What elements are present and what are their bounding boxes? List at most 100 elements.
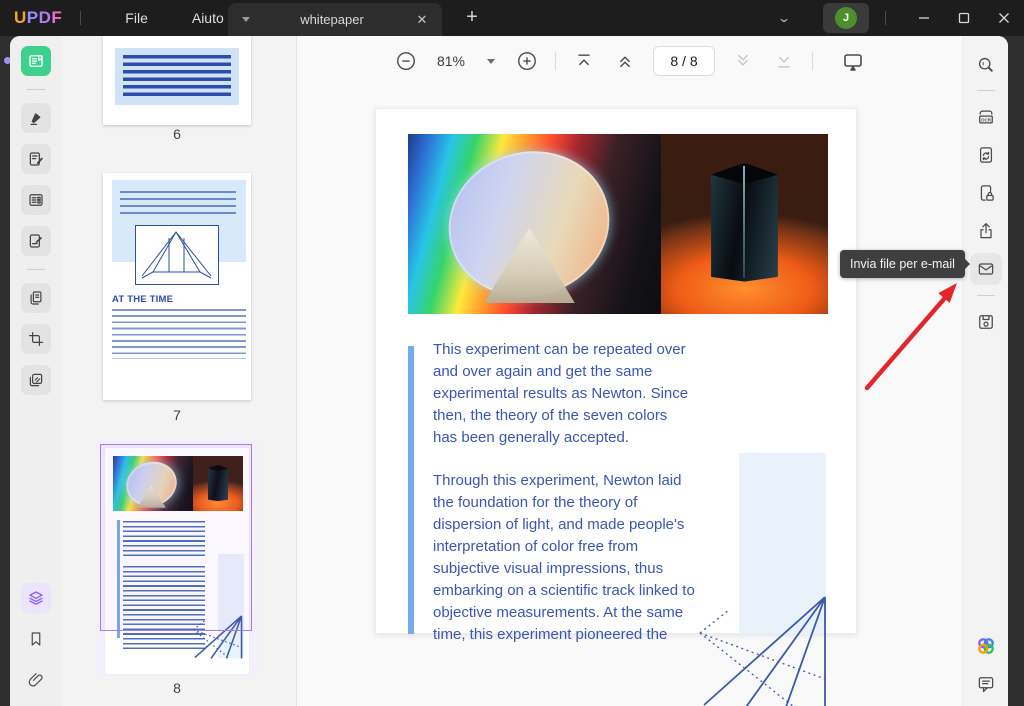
reader-icon	[29, 55, 43, 67]
logo-letter: U	[14, 8, 27, 27]
app-panel: 6 AT THE TIME 7 8 81% 8 / 8 This experim…	[10, 36, 1008, 706]
thumb6-text-block	[115, 48, 239, 105]
thumb7-heading: AT THE TIME	[112, 294, 174, 305]
pdf-page: This experiment can be repeated over and…	[375, 108, 857, 706]
toolbar-divider	[555, 52, 556, 70]
signature-icon	[29, 234, 43, 248]
minimize-button[interactable]	[904, 0, 944, 36]
rainbow-prism-photo	[408, 134, 661, 314]
ocr-button[interactable]: OCR	[970, 101, 1002, 133]
thumb7-text-lines	[112, 309, 246, 359]
pages-icon	[30, 291, 42, 305]
highlighter-icon	[30, 113, 41, 125]
next-page-button[interactable]	[730, 48, 756, 74]
thumbnail-selection-box	[100, 444, 252, 631]
new-tab-button[interactable]: +	[460, 0, 484, 36]
logo-letter: P	[26, 8, 39, 27]
watermark-icon	[29, 373, 43, 387]
paragraph: This experiment can be repeated over and…	[433, 341, 689, 446]
avatar: J	[835, 7, 857, 29]
protect-button[interactable]	[970, 177, 1002, 209]
convert-button[interactable]	[970, 139, 1002, 171]
toolbar-divider	[812, 52, 813, 70]
document-tab[interactable]: whitepaper ✕	[228, 3, 442, 36]
presentation-mode-button[interactable]	[840, 48, 866, 74]
titlebar-divider	[80, 11, 82, 25]
form-icon	[29, 194, 43, 206]
tab-close-icon[interactable]: ✕	[414, 12, 430, 28]
tab-dropdown-icon[interactable]	[242, 17, 250, 22]
crop-button[interactable]	[21, 324, 51, 354]
forms-button[interactable]	[21, 185, 51, 215]
chevron-down-icon	[487, 58, 495, 64]
logo-letter: F	[51, 8, 63, 27]
tooltip-text: Invia file per e-mail	[850, 257, 955, 271]
zoom-out-button[interactable]	[393, 48, 419, 74]
bookmark-button[interactable]	[21, 624, 51, 654]
quote-bar	[408, 346, 414, 634]
zoom-in-button[interactable]	[514, 48, 540, 74]
menu-file[interactable]: File	[103, 0, 170, 36]
thumbnail-label-7: 7	[173, 407, 181, 423]
previous-page-button[interactable]	[612, 48, 638, 74]
bookmark-icon	[31, 632, 41, 646]
send-email-button[interactable]	[969, 253, 1002, 285]
thumbnail-page-7[interactable]: AT THE TIME	[103, 173, 251, 400]
organize-pages-button[interactable]	[21, 283, 51, 313]
sidebar-divider	[976, 90, 995, 91]
titlebar: U P D F File Aiuto whitepaper ✕ + ⌄ J	[0, 0, 1024, 36]
maximize-button[interactable]	[944, 0, 984, 36]
zoom-menu-button[interactable]	[483, 48, 499, 74]
thumbnail-panel: 6 AT THE TIME 7 8	[62, 36, 297, 706]
paragraph: Through this experiment, Newton laid the…	[433, 472, 695, 643]
edit-pdf-button[interactable]	[21, 144, 51, 174]
thumb7-diagram	[135, 225, 219, 285]
sign-button[interactable]	[21, 226, 51, 256]
line-art	[694, 529, 834, 706]
collapse-toolbar-icon[interactable]: ⌄	[777, 11, 791, 25]
watermark-button[interactable]	[21, 365, 51, 395]
save-button[interactable]	[970, 306, 1002, 338]
dark-prism-photo	[661, 134, 828, 314]
search-button[interactable]	[970, 48, 1002, 80]
page-text: This experiment can be repeated over and…	[433, 339, 695, 667]
ocr-label: OCR	[981, 118, 992, 123]
crop-icon	[29, 332, 43, 346]
main-canvas: 81% 8 / 8 This experiment can be repeate…	[297, 36, 962, 706]
close-window-button[interactable]	[984, 0, 1024, 36]
attachment-button[interactable]	[21, 665, 51, 695]
ai-clover-icon	[977, 638, 994, 654]
paperclip-icon	[28, 673, 43, 687]
titlebar-right-controls: ⌄ J	[777, 0, 1024, 36]
sidebar-divider	[976, 295, 995, 296]
updf-logo: U P D F	[14, 8, 62, 28]
edit-icon	[29, 152, 43, 166]
ai-assistant-button[interactable]	[970, 630, 1002, 662]
account-button[interactable]: J	[823, 3, 869, 33]
thumbnail-label-8: 8	[173, 680, 181, 696]
reader-mode-button[interactable]	[21, 46, 51, 76]
sidebar-divider	[27, 269, 45, 270]
view-toolbar: 81% 8 / 8	[297, 36, 962, 86]
email-tooltip: Invia file per e-mail	[840, 250, 970, 278]
page-number-box[interactable]: 8 / 8	[653, 46, 715, 76]
left-sidebar	[10, 36, 62, 706]
logo-letter: D	[38, 8, 52, 27]
page-images	[408, 134, 828, 314]
layers-icon	[29, 591, 43, 605]
share-button[interactable]	[970, 215, 1002, 247]
feedback-button[interactable]	[970, 668, 1002, 700]
go-first-page-button[interactable]	[571, 48, 597, 74]
go-last-page-button[interactable]	[771, 48, 797, 74]
envelope-icon	[978, 263, 993, 275]
zoom-level[interactable]: 81%	[434, 53, 468, 69]
thumbnail-label-6: 6	[173, 126, 181, 142]
layers-button[interactable]	[21, 583, 51, 613]
thumbnail-page-6[interactable]	[103, 36, 251, 125]
titlebar-divider	[885, 11, 886, 25]
comment-button[interactable]	[21, 103, 51, 133]
feedback-bubble-icon	[978, 677, 993, 693]
right-sidebar: OCR	[962, 36, 1008, 706]
sidebar-divider	[27, 89, 45, 90]
floppy-icon	[978, 315, 993, 329]
